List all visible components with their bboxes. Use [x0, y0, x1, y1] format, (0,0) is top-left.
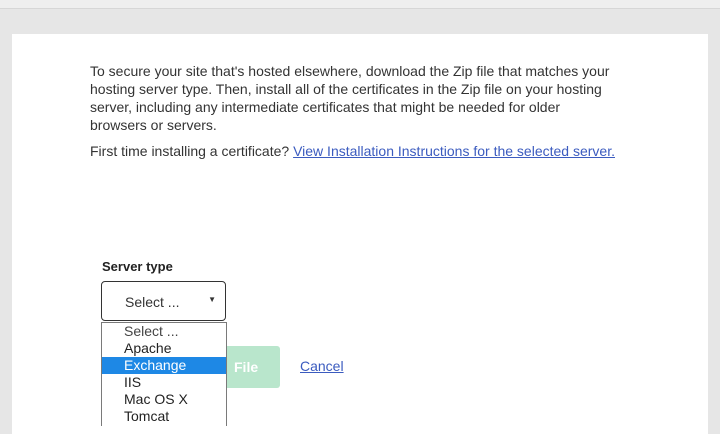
instructions-prefix: First time installing a certificate? — [90, 143, 290, 159]
dropdown-option-iis[interactable]: IIS — [102, 374, 226, 391]
dropdown-option-select[interactable]: Select ... — [102, 323, 226, 340]
dropdown-option-exchange[interactable]: Exchange — [102, 357, 226, 374]
intro-text: To secure your site that's hosted elsewh… — [90, 63, 610, 133]
chevron-down-icon: ▼ — [208, 295, 216, 304]
dropdown-option-tomcat[interactable]: Tomcat — [102, 408, 226, 425]
instructions-text: First time installing a certificate? Vie… — [90, 142, 620, 160]
server-type-dropdown-list: Select ... Apache Exchange IIS Mac OS X … — [101, 322, 227, 426]
server-type-label: Server type — [102, 259, 173, 274]
installation-instructions-link[interactable]: View Installation Instructions for the s… — [293, 143, 615, 159]
dropdown-option-apache[interactable]: Apache — [102, 340, 226, 357]
download-button-label: File — [234, 359, 259, 375]
dropdown-option-mac-os-x[interactable]: Mac OS X — [102, 391, 226, 408]
server-type-selected-value: Select ... — [125, 294, 180, 310]
server-type-select[interactable]: Select ... ▼ — [101, 281, 226, 321]
cancel-link[interactable]: Cancel — [300, 358, 344, 374]
top-bar — [0, 0, 720, 9]
content-area: To secure your site that's hosted elsewh… — [90, 62, 620, 160]
